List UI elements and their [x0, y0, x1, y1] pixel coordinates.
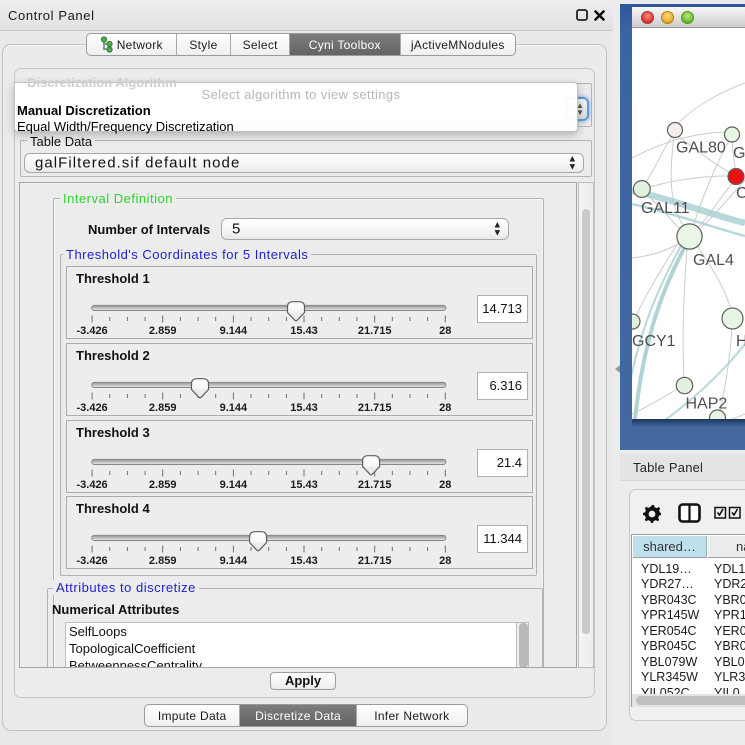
svg-text:28: 28: [439, 555, 451, 567]
svg-text:21.715: 21.715: [358, 555, 392, 567]
svg-text:15.43: 15.43: [290, 479, 318, 491]
svg-text:21.715: 21.715: [358, 479, 392, 491]
svg-text:9.144: 9.144: [220, 325, 248, 337]
svg-text:15.43: 15.43: [290, 325, 318, 337]
svg-text:GAL11: GAL11: [641, 200, 690, 217]
svg-text:-3.426: -3.426: [76, 479, 107, 491]
svg-text:21.715: 21.715: [358, 402, 392, 414]
svg-text:GAL80: GAL80: [676, 140, 726, 157]
svg-text:15.43: 15.43: [290, 402, 318, 414]
svg-text:2.859: 2.859: [149, 325, 177, 337]
svg-text:2.859: 2.859: [149, 555, 177, 567]
svg-text:HAP2: HAP2: [686, 396, 728, 413]
svg-text:H: H: [736, 333, 745, 350]
svg-text:2.859: 2.859: [149, 402, 177, 414]
svg-text:-3.426: -3.426: [76, 402, 107, 414]
svg-text:28: 28: [439, 325, 451, 337]
svg-text:GA: GA: [733, 145, 745, 162]
svg-text:GAL4: GAL4: [693, 252, 734, 269]
svg-text:GCY1: GCY1: [632, 333, 676, 350]
svg-text:28: 28: [439, 402, 451, 414]
svg-text:2.859: 2.859: [149, 479, 177, 491]
svg-text:CY: CY: [736, 185, 745, 202]
svg-text:15.43: 15.43: [290, 555, 318, 567]
svg-text:-3.426: -3.426: [76, 325, 107, 337]
svg-text:-3.426: -3.426: [76, 555, 107, 567]
svg-text:21.715: 21.715: [358, 325, 392, 337]
svg-text:28: 28: [439, 479, 451, 491]
svg-text:9.144: 9.144: [220, 555, 248, 567]
svg-text:9.144: 9.144: [220, 402, 248, 414]
svg-text:9.144: 9.144: [220, 479, 248, 491]
